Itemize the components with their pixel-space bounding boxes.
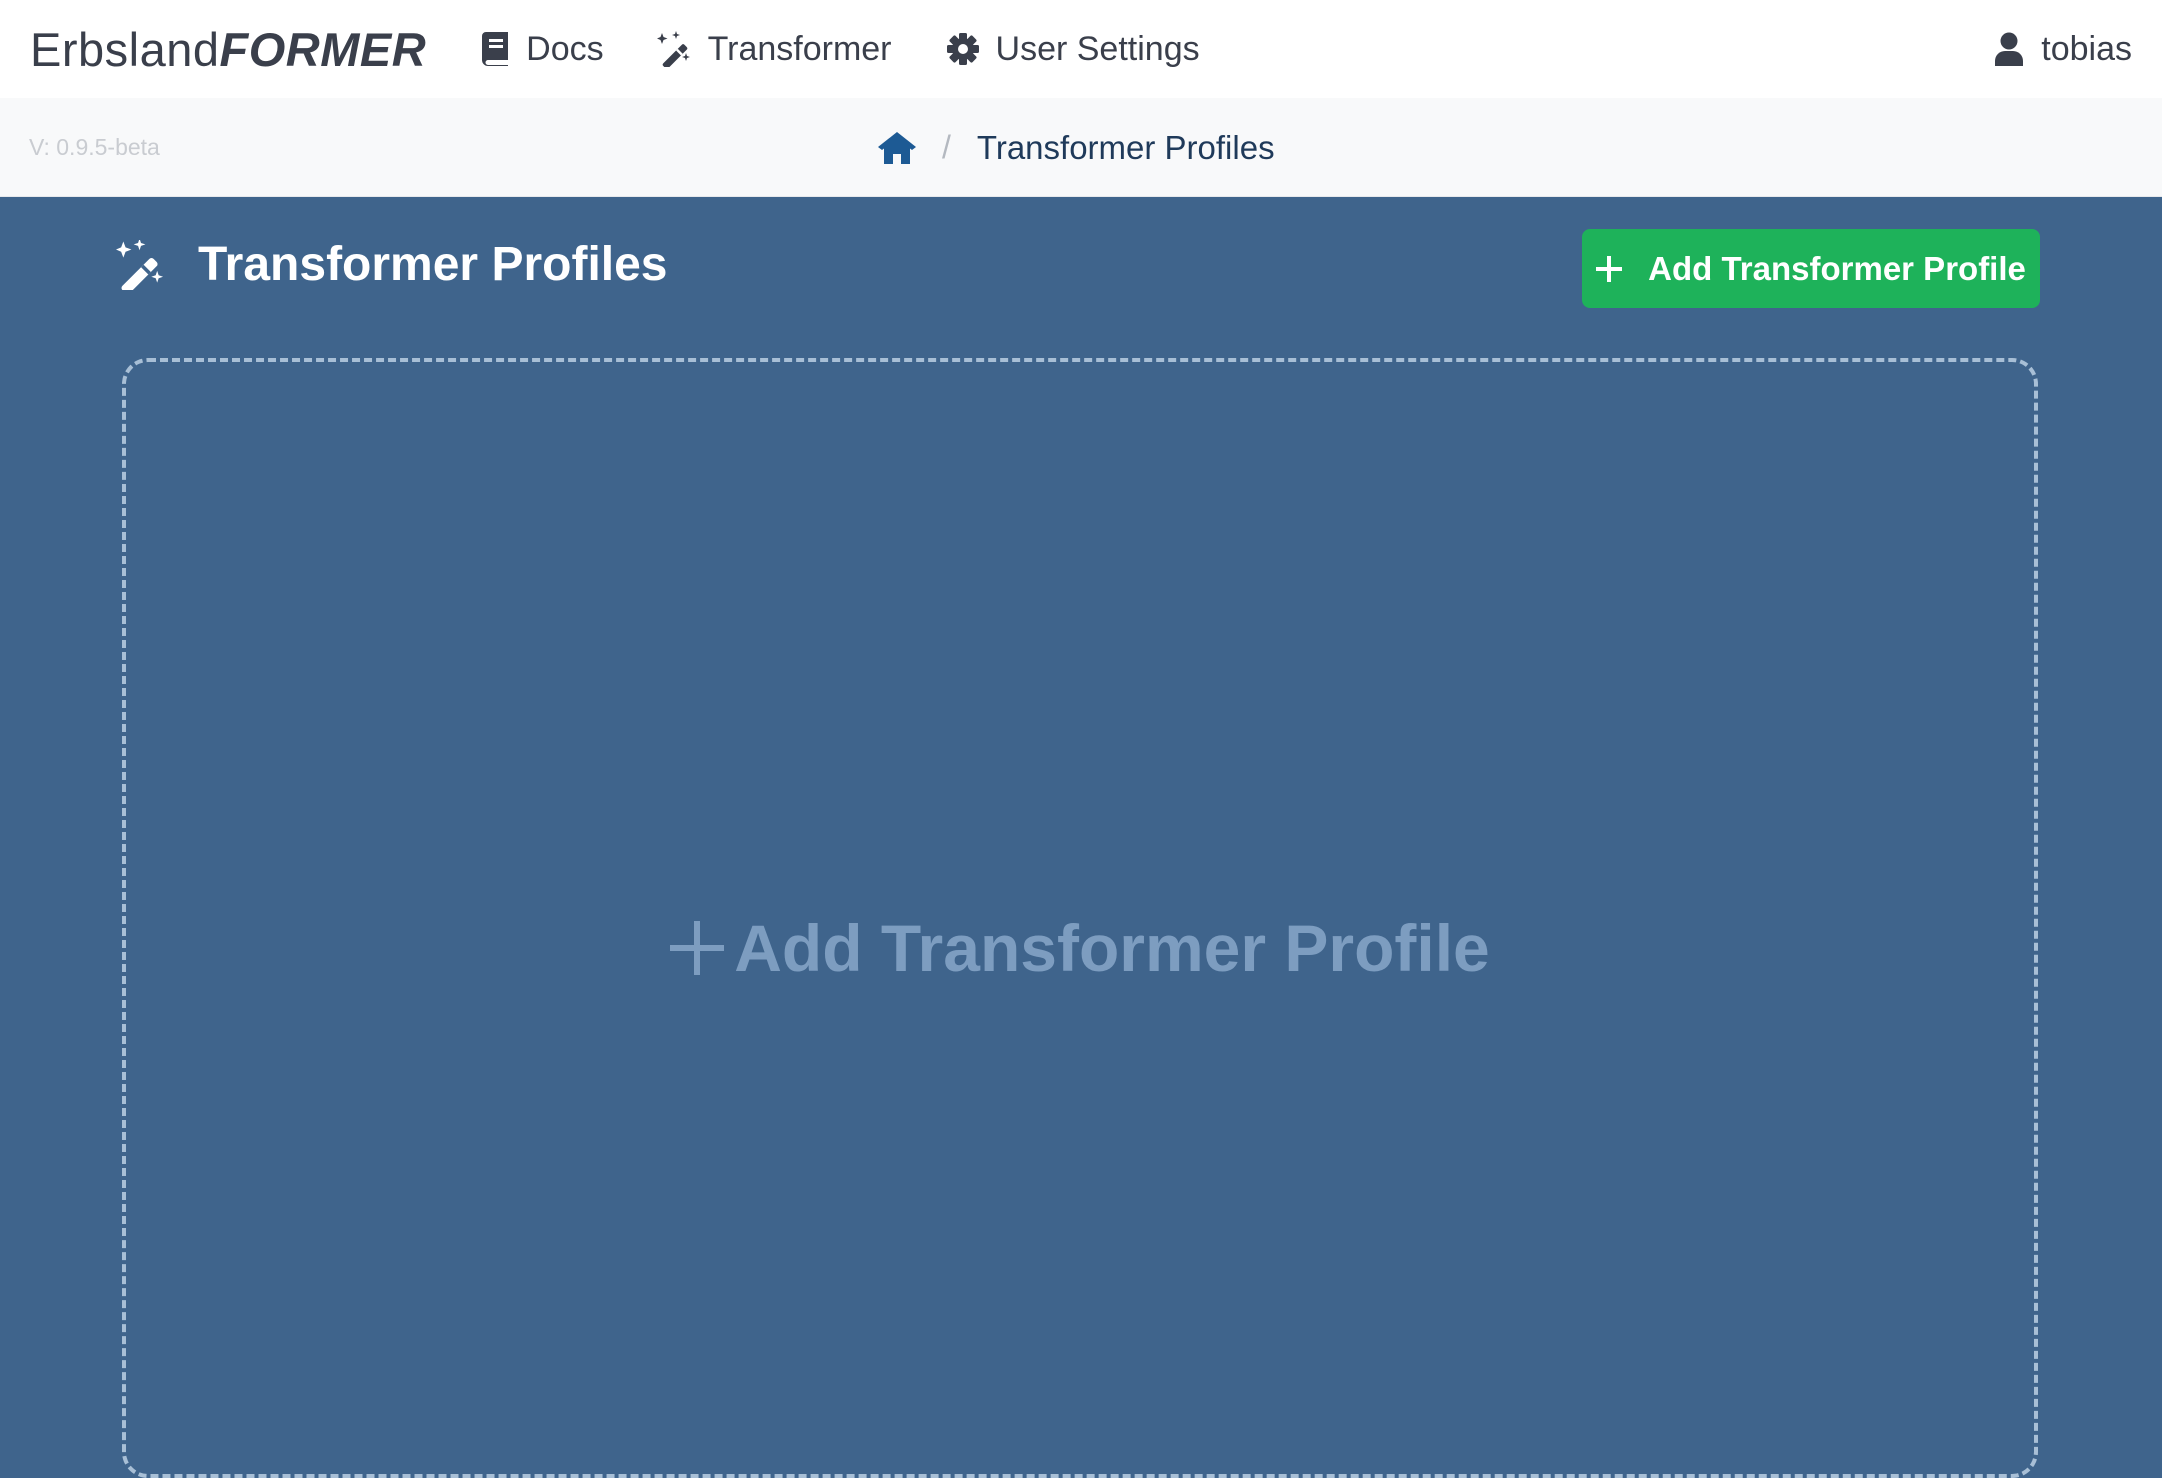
- page-header: Transformer Profiles: [114, 237, 668, 292]
- gear-icon: [946, 33, 979, 65]
- top-navbar: ErbslandFORMER Docs Transformer User Set…: [0, 0, 2162, 98]
- empty-add-profile-label: Add Transformer Profile: [734, 911, 1490, 985]
- breadcrumb-current: Transformer Profiles: [976, 128, 1275, 166]
- main-content: Transformer Profiles Add Transformer Pro…: [0, 197, 2162, 1478]
- plus-icon: [1596, 255, 1623, 282]
- brand-logo[interactable]: ErbslandFORMER: [30, 22, 426, 77]
- book-icon: [482, 32, 509, 66]
- user-name: tobias: [2041, 29, 2132, 68]
- page-title: Transformer Profiles: [198, 238, 668, 291]
- nav-user-settings[interactable]: User Settings: [946, 30, 1200, 69]
- nav-transformer[interactable]: Transformer: [656, 30, 892, 69]
- breadcrumb: / Transformer Profiles: [878, 98, 1275, 197]
- brand-name-regular: Erbsland: [30, 22, 220, 76]
- nav-user-menu[interactable]: tobias: [1995, 30, 2132, 69]
- add-transformer-profile-button-label: Add Transformer Profile: [1648, 249, 2026, 287]
- user-icon: [1995, 32, 2024, 66]
- nav-docs[interactable]: Docs: [482, 29, 604, 69]
- nav-docs-label: Docs: [526, 29, 604, 68]
- empty-add-profile-card[interactable]: Add Transformer Profile: [122, 358, 2038, 1478]
- home-icon[interactable]: [878, 131, 916, 164]
- version-label: V: 0.9.5-beta: [29, 134, 160, 160]
- plus-icon: [670, 921, 725, 975]
- breadcrumb-separator: /: [942, 129, 951, 165]
- nav-user-settings-label: User Settings: [995, 29, 1200, 68]
- add-transformer-profile-button[interactable]: Add Transformer Profile: [1582, 229, 2040, 308]
- brand-name-bold: FORMER: [219, 22, 427, 76]
- breadcrumb-bar: V: 0.9.5-beta / Transformer Profiles: [0, 98, 2162, 197]
- nav-transformer-label: Transformer: [707, 29, 892, 68]
- magic-wand-icon: [116, 239, 164, 290]
- magic-wand-icon: [656, 31, 690, 67]
- empty-add-profile-content: Add Transformer Profile: [126, 910, 2034, 986]
